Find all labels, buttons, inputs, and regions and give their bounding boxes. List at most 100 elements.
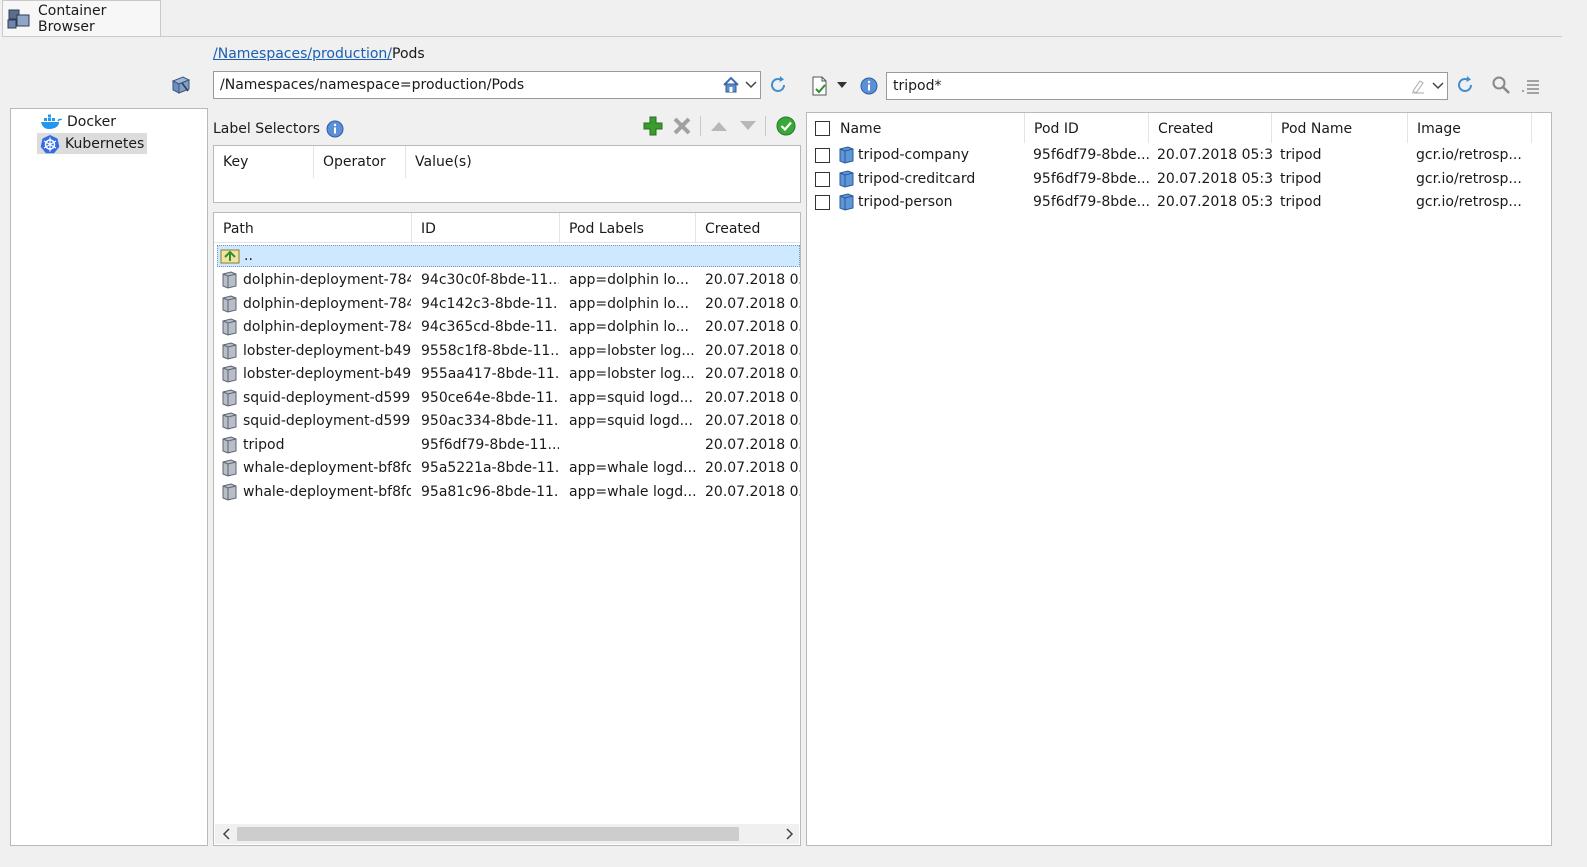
filter-dropdown-icon[interactable] [1429,73,1447,99]
filter-input[interactable] [887,73,1407,99]
path-dropdown-icon[interactable] [742,72,760,98]
tab-container-browser[interactable]: Container Browser [2,0,161,37]
column-menu-icon[interactable] [1518,75,1542,97]
move-down-icon[interactable] [737,116,759,136]
table-row[interactable]: squid-deployment-d599c 950ac334-8bde-11..… [217,410,800,433]
tree-item-kubernetes[interactable]: Kubernetes [37,133,148,154]
container-browser-icon [7,7,33,31]
tab-title: Container Browser [38,3,107,35]
container-icon [836,145,856,166]
remove-selector-icon[interactable] [670,114,694,138]
pod-path: squid-deployment-d599c [243,413,411,429]
path-input[interactable] [214,72,720,98]
pod-labels: app=dolphin lo... [569,319,689,335]
export-dropdown-icon[interactable] [835,78,849,92]
refresh-path-icon[interactable] [766,73,790,97]
label-selectors-header: Label Selectors [213,120,344,138]
filter-combo[interactable] [886,72,1448,100]
table-row[interactable]: tripod-person 95f6df79-8bde... 20.07.2018 … [807,191,1551,214]
export-icon[interactable] [807,73,833,99]
container-name: tripod-person [858,194,953,210]
apply-selectors-icon[interactable] [774,114,798,138]
info-icon[interactable] [858,75,880,97]
column-header-values[interactable]: Value(s) [406,146,800,178]
column-header-created[interactable]: Created [1149,113,1272,143]
pod-labels: app=whale logd... [569,483,697,500]
horizontal-scrollbar[interactable] [215,824,799,844]
pod-path: dolphin-deployment-784 [243,319,411,335]
home-icon[interactable] [720,72,742,98]
row-checkbox[interactable] [815,171,830,187]
pod-icon [219,364,239,385]
pod-icon [219,411,239,432]
table-row[interactable]: dolphin-deployment-784 94c365cd-8bde-11..… [217,316,800,339]
refresh-filter-icon[interactable] [1453,73,1477,97]
column-header-id[interactable]: ID [412,213,560,243]
scrollbar-thumb[interactable] [237,827,739,841]
container-name: tripod-company [858,147,970,163]
tree-item-docker[interactable]: Docker [37,111,119,132]
container-icon [836,192,856,213]
table-row[interactable]: tripod-company 95f6df79-8bde... 20.07.2018… [807,144,1551,167]
pod-path: lobster-deployment-b495 [243,366,411,382]
scroll-right-icon[interactable] [781,824,799,844]
move-up-icon[interactable] [708,116,730,136]
folder-up-icon [220,247,242,267]
table-row[interactable]: whale-deployment-bf8fd 95a5221a-8bde-11..… [217,457,800,480]
column-header-pod-id[interactable]: Pod ID [1025,113,1149,143]
scroll-left-icon[interactable] [217,824,235,844]
pod-created: 20.07.2018 05:3 [705,295,800,312]
table-row[interactable]: whale-deployment-bf8fd 95a81c96-8bde-11..… [217,481,800,504]
row-checkbox[interactable] [815,148,830,163]
pod-icon [219,388,239,409]
toolbar-separator [765,116,766,136]
label-selectors-table: Key Operator Value(s) [213,145,801,203]
pod-created: 20.07.2018 05:3 [705,483,800,500]
table-row[interactable]: lobster-deployment-b495 9558c1f8-8bde-11.… [217,340,800,363]
docker-icon [40,114,62,130]
label-selectors-info-icon[interactable] [326,120,344,138]
pod-id: 94c142c3-8bde-11... [421,295,559,312]
table-row[interactable]: tripod-creditcard 95f6df79-8bde... 20.07.2… [807,168,1551,191]
table-row[interactable]: dolphin-deployment-784 94c142c3-8bde-11..… [217,293,800,316]
container-pod-name: tripod [1280,170,1322,187]
pod-path: dolphin-deployment-784 [243,272,411,288]
navigate-icon[interactable] [168,73,194,97]
select-all-checkbox[interactable] [815,121,830,136]
breadcrumb-link[interactable]: /Namespaces/production/ [213,46,392,62]
table-row[interactable]: squid-deployment-d599c 950ce64e-8bde-11..… [217,387,800,410]
pod-icon [219,435,239,456]
pod-labels: app=dolphin lo... [569,272,689,288]
column-header-pod-labels[interactable]: Pod Labels [560,213,696,243]
column-header-key[interactable]: Key [214,146,314,178]
toolbar-separator [700,116,701,136]
column-header-name[interactable]: Name [831,113,1025,143]
column-header-operator[interactable]: Operator [314,146,406,178]
pod-path: tripod [243,436,285,453]
column-header-image[interactable]: Image [1408,113,1532,143]
pod-icon [219,482,239,503]
pod-id: 95f6df79-8bde-11... [421,436,559,453]
container-icon [836,169,856,190]
column-header-path[interactable]: Path [214,213,412,243]
column-header-pod-name[interactable]: Pod Name [1272,113,1408,143]
kubernetes-icon [40,134,60,154]
breadcrumb: /Namespaces/production/Pods [213,46,425,62]
table-row[interactable]: dolphin-deployment-784 94c30c0f-8bde-11..… [217,269,800,292]
table-row[interactable]: tripod 95f6df79-8bde-11... 20.07.2018 05:3 [217,434,800,457]
container-pod-id: 95f6df79-8bde... [1033,170,1149,187]
pod-icon [219,458,239,479]
add-selector-icon[interactable] [641,114,665,138]
path-combo[interactable] [213,71,761,99]
parent-row-label: .. [244,248,253,264]
pod-path: dolphin-deployment-784 [243,295,411,312]
clear-filter-icon[interactable] [1407,73,1429,99]
column-header-created[interactable]: Created [696,213,800,243]
row-checkbox[interactable] [815,195,830,210]
table-row-parent[interactable]: .. [217,245,800,267]
container-pod-name: tripod [1280,147,1322,163]
table-row[interactable]: lobster-deployment-b495 955aa417-8bde-11.… [217,363,800,386]
container-name: tripod-creditcard [858,170,976,187]
search-icon[interactable] [1489,73,1513,97]
container-created: 20.07.2018 05:34 [1157,170,1272,187]
